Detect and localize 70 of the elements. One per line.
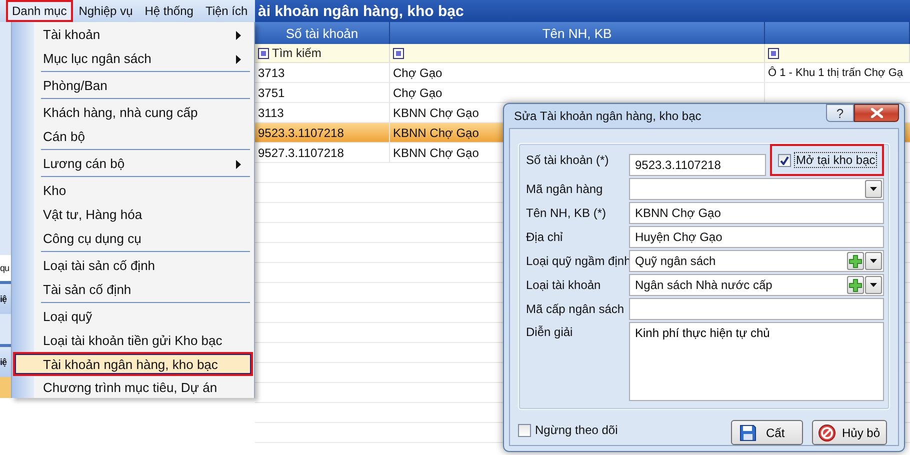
panel-text: iệ [0, 344, 11, 377]
input-field[interactable]: 9523.3.1107218 [629, 154, 766, 176]
add-button[interactable] [847, 276, 864, 294]
submenu-arrow-icon [236, 31, 241, 40]
checkbox[interactable]: Ngừng theo dõi [518, 420, 618, 437]
table-cell: Chợ Gạo [390, 83, 765, 102]
dropdown-button[interactable] [865, 276, 882, 294]
panel-band [0, 377, 11, 398]
menu-item[interactable]: Chương trình mục tiêu, Dự án [13, 376, 253, 398]
cancel-button[interactable]: Hủy bỏ [812, 420, 887, 445]
close-icon [870, 108, 882, 118]
input-field[interactable] [629, 298, 884, 320]
checkbox[interactable]: Mở tại kho bạc [770, 144, 884, 176]
menu-item[interactable]: Tài khoản [13, 22, 253, 46]
menu-item[interactable]: Loại tài sản cố định [13, 253, 253, 277]
menu-item[interactable]: Phòng/Ban [13, 73, 253, 97]
table-row[interactable]: 3713 Chợ Gạo Ô 1 - Khu 1 thị trấn Chợ Gạ [255, 63, 910, 83]
menu-item[interactable]: Cán bộ [13, 124, 253, 148]
menu-item[interactable]: Kho [13, 178, 253, 202]
field-label: Mã cấp ngân sách [526, 301, 626, 318]
filter-icon [393, 48, 404, 58]
panel-text: iệ [0, 281, 11, 314]
help-button[interactable]: ? [826, 104, 854, 122]
menu-item[interactable]: Vật tư, Hàng hóa [13, 202, 253, 226]
filter-icon [768, 48, 779, 58]
add-button[interactable] [847, 252, 864, 270]
floppy-icon [740, 424, 756, 440]
menu-item[interactable]: Lương cán bộ [13, 151, 253, 175]
text-area[interactable]: Kinh phí thực hiện tự chủ [629, 322, 884, 401]
submenu-arrow-icon [236, 55, 241, 64]
menu-item[interactable]: Nghiệp vụ [72, 0, 139, 22]
caret-icon [870, 283, 877, 287]
submenu-arrow-icon [236, 160, 241, 169]
filter-icon [258, 48, 269, 58]
menu-item[interactable]: Khách hàng, nhà cung cấp [13, 100, 253, 124]
input-field[interactable]: Huyện Chợ Gạo [629, 226, 884, 248]
dropdown-field[interactable] [629, 178, 884, 200]
menu-item[interactable]: Loại tài khoản tiền gửi Kho bạc [13, 328, 253, 352]
menu-item[interactable]: Tài sản cố định [13, 277, 253, 301]
menu-item[interactable]: Danh mục [6, 0, 73, 22]
table-cell-text: Ô 1 - Khu 1 thị trấn Chợ Gạ [767, 65, 904, 80]
caret-icon [870, 259, 877, 263]
dialog-title: Sửa Tài khoản ngân hàng, kho bạc [514, 109, 702, 123]
field-label: Tên NH, KB (*) [526, 205, 608, 222]
caret-icon [870, 187, 877, 191]
menu-item[interactable]: Mục lục ngân sách [13, 46, 253, 70]
menu-item[interactable]: Loại quỹ [13, 304, 253, 328]
menu-item[interactable]: Hệ thống [138, 0, 200, 22]
field-label: Diễn giải [526, 324, 574, 341]
dropdown-field[interactable]: Ngân sách Nhà nước cấp [629, 274, 884, 296]
menu-item[interactable]: Tài khoản ngân hàng, kho bạc [13, 352, 253, 376]
close-button[interactable] [854, 104, 899, 122]
plus-icon [849, 278, 862, 292]
search-field[interactable]: Tìm kiếm [272, 46, 372, 60]
field-label: Mã ngân hàng [526, 181, 604, 198]
field-label: Loại tài khoản [526, 277, 602, 294]
dropdown-button[interactable] [865, 180, 882, 198]
field-label: Địa chỉ [526, 229, 564, 246]
menu-item[interactable]: Công cụ dụng cụ [13, 226, 253, 250]
save-button[interactable]: Cất [731, 420, 803, 445]
list-title: ài khoản ngân hàng, kho bạc [255, 0, 910, 22]
panel-text: qu [0, 255, 11, 281]
check-icon [780, 156, 789, 164]
no-entry-icon [818, 424, 836, 442]
plus-icon [849, 254, 862, 268]
input-field[interactable]: KBNN Chợ Gạo [629, 202, 884, 224]
menu-item[interactable]: Tiện ích [199, 0, 254, 22]
table-cell: Chợ Gạo [390, 63, 765, 82]
dropdown-button[interactable] [865, 252, 882, 270]
dropdown-field[interactable]: Quỹ ngân sách [629, 250, 884, 272]
